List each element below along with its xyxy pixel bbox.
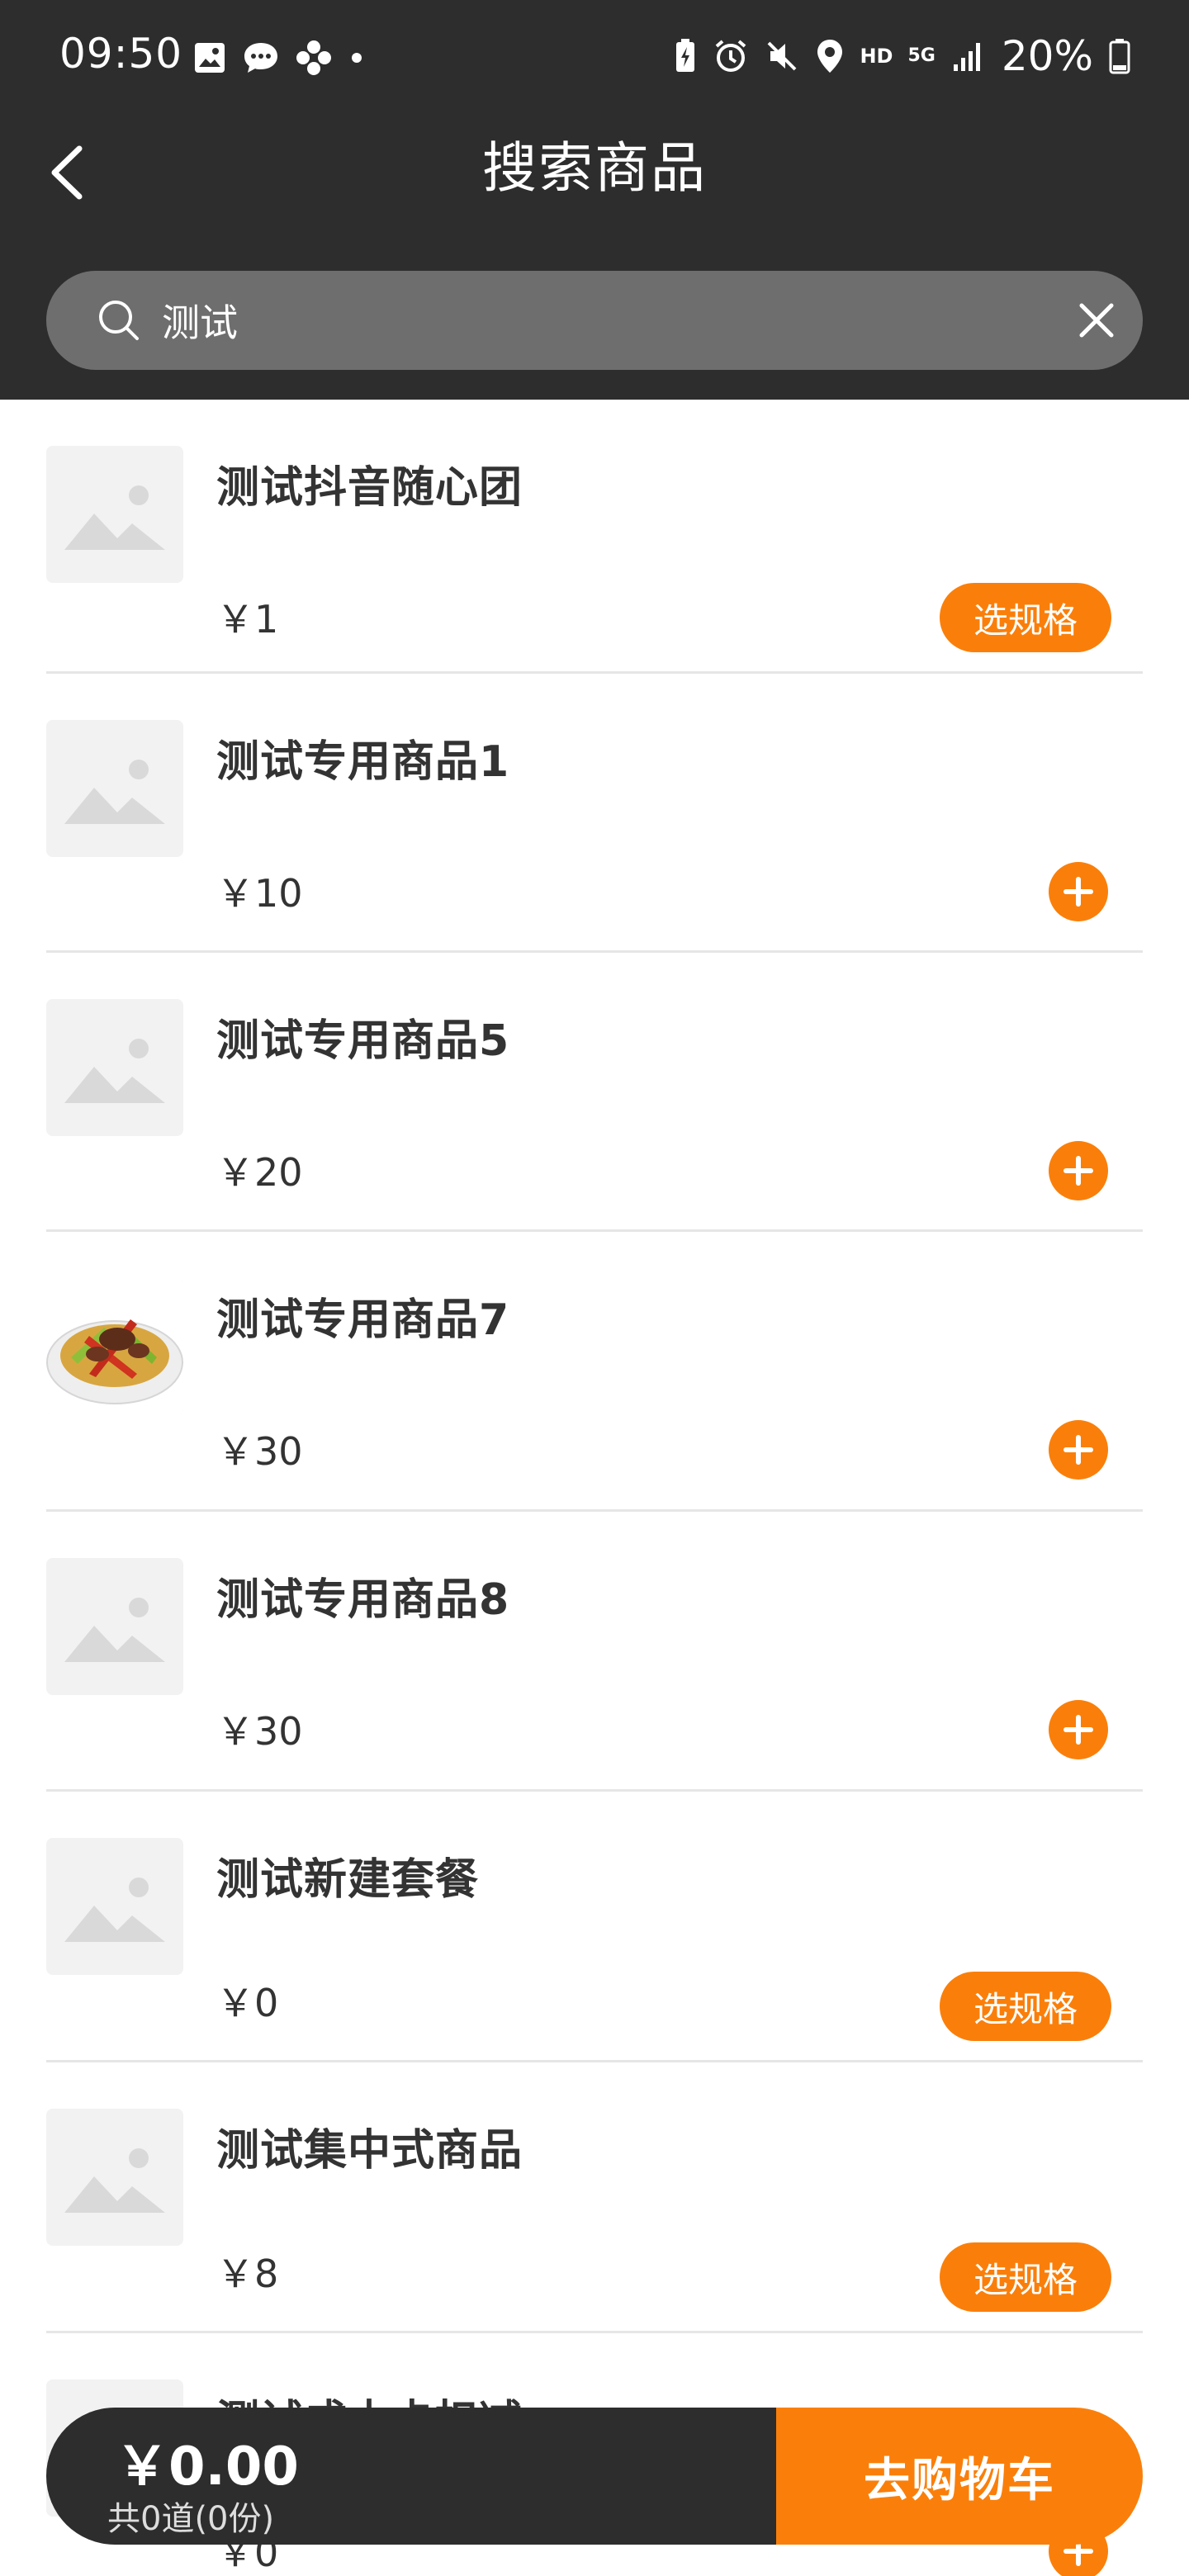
alarm-icon	[716, 40, 746, 72]
product-image	[46, 1278, 183, 1415]
clear-search-button[interactable]	[1070, 294, 1123, 347]
add-to-cart-plus-icon[interactable]	[1049, 1141, 1108, 1200]
product-item[interactable]: 测试专用商品5 ￥20	[46, 953, 1143, 1232]
product-item[interactable]: 测试集中式商品 ￥8 选规格	[46, 2062, 1143, 2333]
product-item[interactable]: 测试专用商品7 ￥30	[46, 1232, 1143, 1512]
image-placeholder-icon	[46, 446, 183, 583]
go-to-cart-button[interactable]: 去购物车	[776, 2408, 1143, 2545]
select-spec-button[interactable]: 选规格	[940, 1972, 1111, 2041]
image-placeholder-icon	[46, 1838, 183, 1975]
gallery-icon	[195, 43, 225, 73]
product-price: ￥30	[216, 1429, 303, 1474]
product-list: 测试抖音随心团 ￥1 选规格 测试专用商品1 ￥10 测试专用商品5 ￥20 测试专用商品7 ￥…	[46, 400, 1143, 2576]
product-item[interactable]: 测试新建套餐 ￥0 选规格	[46, 1792, 1143, 2062]
search-bar	[46, 271, 1143, 370]
header: 09:50 HD 5G 20% 搜索商品 测试	[0, 0, 1189, 400]
product-name: 测试集中式商品	[216, 2126, 523, 2176]
status-time: 09:50	[59, 30, 183, 78]
battery-percent: 20%	[1001, 32, 1093, 80]
search-input[interactable]	[162, 289, 988, 352]
product-name: 测试专用商品5	[216, 1016, 510, 1066]
status-indicators: HD 5G 20%	[673, 31, 1131, 81]
product-price: ￥20	[216, 1150, 303, 1195]
product-name: 测试新建套餐	[216, 1855, 480, 1905]
product-price: ￥30	[216, 1709, 303, 1754]
notification-icons	[192, 35, 367, 81]
dot-icon	[352, 53, 362, 63]
page-title: 搜索商品	[482, 136, 707, 200]
product-name: 测试抖音随心团	[216, 463, 523, 513]
mute-icon	[768, 41, 797, 71]
battery-icon	[1109, 39, 1130, 74]
network-type: 5G	[907, 45, 936, 66]
product-price: ￥1	[216, 597, 279, 642]
status-bar: 09:50 HD 5G 20%	[0, 0, 1189, 112]
battery-saver-icon	[676, 39, 695, 72]
pinwheel-icon	[296, 40, 331, 75]
image-placeholder-icon	[46, 999, 183, 1136]
cart-bar: ￥0.00 共0道(0份) 去购物车	[46, 2408, 1143, 2545]
cart-count: 共0道(0份)	[107, 2500, 275, 2538]
image-placeholder-icon	[46, 720, 183, 857]
product-name: 测试专用商品7	[216, 1295, 510, 1345]
close-icon	[1079, 303, 1114, 338]
image-placeholder-icon	[46, 2109, 183, 2246]
product-item[interactable]: 测试抖音随心团 ￥1 选规格	[46, 400, 1143, 674]
signal-icon	[953, 43, 980, 71]
title-bar: 搜索商品	[0, 116, 1189, 215]
product-name: 测试专用商品1	[216, 737, 510, 787]
product-price: ￥10	[216, 871, 303, 916]
image-placeholder-icon	[46, 1558, 183, 1695]
add-to-cart-plus-icon[interactable]	[1049, 1420, 1108, 1480]
select-spec-button[interactable]: 选规格	[940, 583, 1111, 652]
product-price: ￥0	[216, 1981, 279, 2025]
location-icon	[817, 40, 843, 73]
select-spec-button[interactable]: 选规格	[940, 2242, 1111, 2312]
add-to-cart-plus-icon[interactable]	[1049, 1700, 1108, 1759]
hd-indicator: HD	[860, 45, 893, 68]
search-icon	[99, 301, 139, 340]
product-price: ￥8	[216, 2252, 279, 2296]
cart-total: ￥0.00	[116, 2436, 299, 2498]
cart-summary[interactable]: ￥0.00 共0道(0份)	[46, 2408, 776, 2545]
product-item[interactable]: 测试专用商品1 ￥10	[46, 674, 1143, 953]
search-products-page: 09:50 HD 5G 20% 搜索商品 测试 测试抖音随心团 ￥1 选规格 测…	[0, 0, 1189, 2576]
message-icon	[244, 43, 277, 73]
product-item[interactable]: 测试专用商品8 ￥30	[46, 1512, 1143, 1792]
add-to-cart-plus-icon[interactable]	[1049, 862, 1108, 921]
product-name: 测试专用商品8	[216, 1575, 510, 1625]
